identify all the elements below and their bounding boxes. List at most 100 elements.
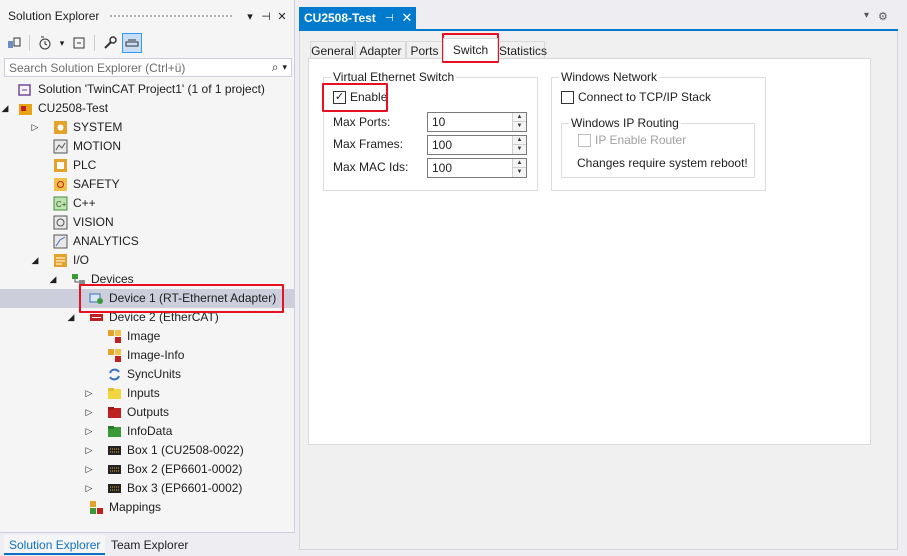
tree-item[interactable]: ▷ Box 3 (EP6601-0002) <box>0 479 294 498</box>
max-mac-ids-up-icon[interactable]: ▲ <box>513 159 526 168</box>
window-position-dropdown-icon[interactable]: ▾ <box>243 10 257 23</box>
collapsed-arrow-icon[interactable]: ▷ <box>84 441 94 460</box>
drag-grip[interactable] <box>109 13 233 19</box>
tree-item[interactable]: C+ C++ <box>0 194 294 213</box>
box-icon <box>107 481 122 496</box>
tab-switch[interactable]: Switch <box>443 38 498 61</box>
max-ports-spin-buttons: ▲ ▼ <box>512 113 526 131</box>
ip-enable-router-checkbox[interactable]: IP Enable Router <box>578 133 686 147</box>
expanded-arrow-icon[interactable]: ◢ <box>30 251 40 270</box>
max-mac-ids-down-icon[interactable]: ▼ <box>513 168 526 177</box>
tree-item[interactable]: Mappings <box>0 498 294 517</box>
expanded-arrow-icon[interactable]: ◢ <box>48 270 58 289</box>
filter-dropdown-icon[interactable]: ▾ <box>57 33 67 53</box>
pending-changes-filter-icon[interactable] <box>35 33 55 53</box>
motion-icon <box>53 139 68 154</box>
tree-item[interactable]: PLC <box>0 156 294 175</box>
collapsed-arrow-icon[interactable]: ▷ <box>84 460 94 479</box>
image-info-icon <box>107 348 122 363</box>
tree-item[interactable]: Solution 'TwinCAT Project1' (1 of 1 proj… <box>0 80 294 99</box>
connect-tcpip-checkbox-box[interactable] <box>561 90 574 104</box>
tree-item[interactable]: ◢ Devices <box>0 270 294 289</box>
max-mac-ids-spinner[interactable]: 100 ▲ ▼ <box>427 158 527 178</box>
tree-item[interactable]: VISION <box>0 213 294 232</box>
properties-wrench-icon[interactable] <box>100 33 120 53</box>
close-tab-icon[interactable]: ✕ <box>402 10 413 26</box>
virtual-ethernet-switch-title: Virtual Ethernet Switch <box>331 70 457 84</box>
document-body: General Adapter Ports Switch Statistics … <box>299 31 898 550</box>
tree-item[interactable]: ANALYTICS <box>0 232 294 251</box>
tab-solution-explorer[interactable]: Solution Explorer <box>4 535 106 555</box>
max-frames-spin-buttons: ▲ ▼ <box>512 136 526 154</box>
ethercat-device-icon <box>89 310 104 325</box>
expanded-arrow-icon[interactable]: ◢ <box>66 308 76 327</box>
solution-explorer-bottom-tabs: Solution Explorer Team Explorer <box>0 532 295 556</box>
collapsed-arrow-icon[interactable]: ▷ <box>84 422 94 441</box>
max-frames-down-icon[interactable]: ▼ <box>513 145 526 154</box>
tree-item[interactable]: ◢ I/O <box>0 251 294 270</box>
box-icon <box>107 462 122 477</box>
search-options-dropdown-icon[interactable]: ▾ <box>282 62 287 73</box>
tree-item[interactable]: ◢ CU2508-Test <box>0 99 294 118</box>
pin-tab-icon[interactable]: ⊣ <box>385 13 394 24</box>
tree-item[interactable]: ▷ Box 1 (CU2508-0022) <box>0 441 294 460</box>
tree-item[interactable]: Image <box>0 327 294 346</box>
tab-team-explorer[interactable]: Team Explorer <box>106 535 193 555</box>
enable-label: Enable <box>350 90 388 104</box>
close-icon[interactable]: ✕ <box>275 10 289 23</box>
tree-item[interactable]: ▷ Outputs <box>0 403 294 422</box>
expanded-arrow-icon[interactable]: ◢ <box>0 99 10 118</box>
tree-item[interactable]: Image-Info <box>0 346 294 365</box>
windows-network-title: Windows Network <box>559 70 660 84</box>
max-frames-up-icon[interactable]: ▲ <box>513 136 526 145</box>
ethernet-adapter-icon <box>89 291 104 306</box>
tree-item[interactable]: MOTION <box>0 137 294 156</box>
tree-item-label: Box 1 (CU2508-0022) <box>127 443 244 457</box>
connect-tcpip-checkbox[interactable]: Connect to TCP/IP Stack <box>561 90 711 104</box>
collapsed-arrow-icon[interactable]: ▷ <box>30 118 40 137</box>
tree-item[interactable]: SyncUnits <box>0 365 294 384</box>
analytics-icon <box>53 234 68 249</box>
max-ports-down-icon[interactable]: ▼ <box>513 122 526 131</box>
cpp-icon: C+ <box>53 196 68 211</box>
tree-item[interactable]: ▷ Box 2 (EP6601-0002) <box>0 460 294 479</box>
plc-icon <box>53 158 68 173</box>
collapsed-arrow-icon[interactable]: ▷ <box>84 384 94 403</box>
document-tab[interactable]: CU2508-Test ⊣ ✕ <box>299 7 416 29</box>
tree-item-label: Box 2 (EP6601-0002) <box>127 462 243 476</box>
max-ports-value: 10 <box>432 115 446 129</box>
tab-list-dropdown-icon[interactable]: ▾ <box>864 10 869 21</box>
ip-enable-router-label: IP Enable Router <box>595 133 687 147</box>
tree-item[interactable]: ◢ Device 2 (EtherCAT) <box>0 308 294 327</box>
tree-item[interactable]: ▷ InfoData <box>0 422 294 441</box>
search-icon[interactable]: ⌕ <box>272 60 279 75</box>
windows-ip-routing-group: Windows IP Routing IP Enable Router Chan… <box>561 116 755 178</box>
collapsed-arrow-icon[interactable]: ▷ <box>84 403 94 422</box>
preview-selected-items-icon[interactable] <box>122 33 142 53</box>
tree-item[interactable]: ▷ SYSTEM <box>0 118 294 137</box>
tree-item[interactable]: SAFETY <box>0 175 294 194</box>
tree-item-label: Image-Info <box>127 348 185 362</box>
max-mac-ids-spin-buttons: ▲ ▼ <box>512 159 526 177</box>
solution-explorer-panel: Solution Explorer ▾ ⊣ ✕ ▾ Search Solutio… <box>0 0 295 556</box>
pin-icon[interactable]: ⊣ <box>259 10 273 23</box>
solution-explorer-titlebar: Solution Explorer ▾ ⊣ ✕ <box>0 6 295 26</box>
windows-network-group: Windows Network Connect to TCP/IP Stack … <box>551 70 766 191</box>
max-ports-up-icon[interactable]: ▲ <box>513 113 526 122</box>
svg-text:C+: C+ <box>56 200 67 209</box>
outputs-icon <box>107 405 122 420</box>
ip-enable-router-checkbox-box[interactable] <box>578 133 591 147</box>
enable-checkbox-box[interactable]: ✓ <box>333 90 346 104</box>
switch-views-icon[interactable] <box>4 33 24 53</box>
collapse-all-icon[interactable] <box>69 33 89 53</box>
collapsed-arrow-icon[interactable]: ▷ <box>84 479 94 498</box>
settings-gear-icon[interactable]: ⚙ <box>878 10 888 23</box>
tree-item-label: MOTION <box>73 139 121 153</box>
tree-item-label: Box 3 (EP6601-0002) <box>127 481 243 495</box>
tree-item[interactable]: ▷ Inputs <box>0 384 294 403</box>
max-frames-spinner[interactable]: 100 ▲ ▼ <box>427 135 527 155</box>
max-ports-spinner[interactable]: 10 ▲ ▼ <box>427 112 527 132</box>
solution-explorer-search[interactable]: Search Solution Explorer (Ctrl+ü) ⌕ ▾ <box>4 58 292 77</box>
tree-item[interactable]: Device 1 (RT-Ethernet Adapter) <box>0 289 294 308</box>
enable-checkbox[interactable]: ✓ Enable <box>333 90 387 104</box>
